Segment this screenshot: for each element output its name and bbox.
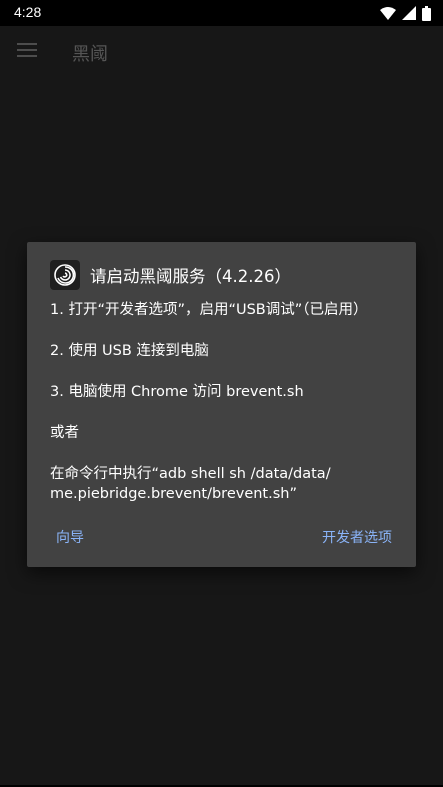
start-service-dialog: 请启动黑阈服务（4.2.26） 1. 打开“开发者选项”，启用“USB调试”（已… — [27, 242, 416, 567]
app-bar: 黑阈 — [0, 26, 443, 78]
adb-command-line-1: 在命令行中执行“adb shell sh /data/data/ — [50, 466, 331, 482]
step-enable-usb-debugging: 1. 打开“开发者选项”，启用“USB调试”（已启用） — [50, 302, 368, 318]
status-icons — [380, 5, 431, 21]
developer-options-button[interactable]: 开发者选项 — [322, 527, 392, 547]
step-connect-usb: 2. 使用 USB 连接到电脑 — [50, 343, 209, 359]
wifi-icon — [380, 6, 396, 20]
menu-icon[interactable] — [17, 43, 37, 59]
app-screen: 4:28 黑阈 请启动黑阈服务（4.2.26） 1. 打开“开发者选项”，启用“… — [0, 0, 443, 787]
dialog-title: 请启动黑阈服务（4.2.26） — [90, 267, 291, 286]
alternative-label: 或者 — [50, 425, 79, 441]
battery-icon — [422, 5, 431, 21]
status-bar: 4:28 — [0, 0, 443, 26]
signal-icon — [402, 6, 416, 20]
dialog-actions: 向导 开发者选项 — [27, 527, 416, 547]
dialog-body: 1. 打开“开发者选项”，启用“USB调试”（已启用） 2. 使用 USB 连接… — [50, 300, 400, 504]
guide-button[interactable]: 向导 — [56, 527, 84, 547]
adb-command-line-2: me.piebridge.brevent/brevent.sh” — [50, 486, 297, 502]
app-title: 黑阈 — [72, 44, 108, 65]
dialog-header: 请启动黑阈服务（4.2.26） — [50, 260, 291, 290]
step-visit-brevent-sh: 3. 电脑使用 Chrome 访问 brevent.sh — [50, 384, 304, 400]
brevent-app-icon — [50, 260, 80, 290]
status-time: 4:28 — [14, 4, 42, 20]
